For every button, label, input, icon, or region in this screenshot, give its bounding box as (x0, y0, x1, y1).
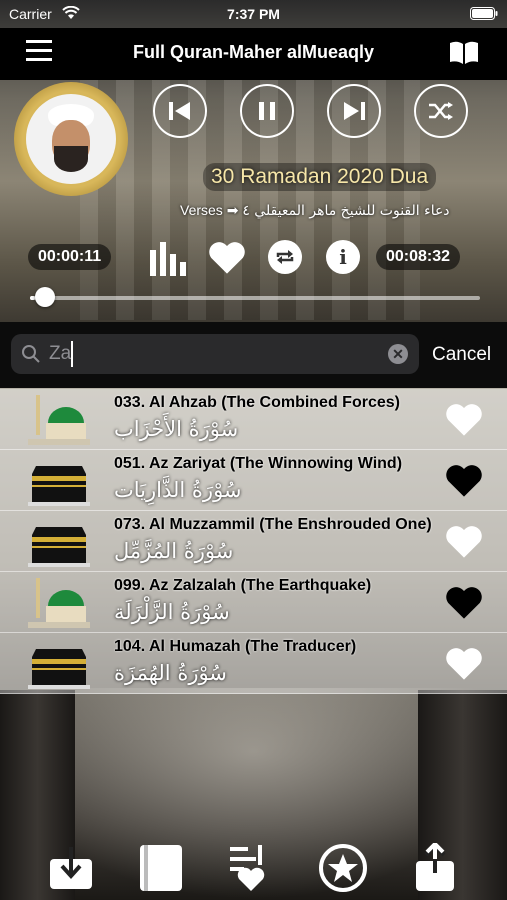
track-subtitle-arabic: دعاء القنوت للشيخ ماهر المعيقلي ٤ (242, 203, 450, 219)
previous-button[interactable] (153, 84, 207, 138)
kaaba-icon (28, 527, 90, 567)
open-book-icon[interactable] (448, 40, 480, 66)
search-bar: Za ✕ Cancel (0, 322, 507, 388)
tab-playlist[interactable] (226, 843, 276, 893)
favorite-heart-icon[interactable] (444, 582, 484, 622)
tab-quran[interactable] (136, 843, 186, 893)
repeat-icon (276, 250, 294, 264)
reciter-avatar (14, 82, 128, 196)
duration-time: 00:08:32 (376, 244, 461, 270)
playlist-heart-icon (230, 845, 265, 891)
list-item[interactable]: 033. Al Ahzab (The Combined Forces) سُوْر… (0, 389, 507, 450)
surah-arabic-name: سُوْرَةُ الأَحْزَاب (114, 417, 239, 441)
favorite-heart-icon[interactable] (444, 460, 484, 500)
tab-download[interactable] (46, 843, 96, 893)
surah-arabic-name: سُوْرَةُ الهُمَزَة (114, 661, 227, 685)
shuffle-button[interactable] (414, 84, 468, 138)
navigation-bar: Full Quran-Maher alMueaqly (0, 28, 507, 80)
surah-arabic-name: سُوْرَةُ المُزَّمِّل (114, 539, 234, 563)
track-title: 30 Ramadan 2020 Dua (203, 163, 437, 191)
progress-fill (30, 296, 35, 300)
surah-title: 099. Az Zalzalah (The Earthquake) (114, 577, 372, 594)
equalizer-icon[interactable] (148, 240, 188, 276)
list-item[interactable]: 104. Al Humazah (The Traducer) سُوْرَةُ ا… (0, 633, 507, 694)
favorite-heart-icon[interactable] (444, 521, 484, 561)
surah-arabic-name: سُوْرَةُ الذَّارِيَات (114, 478, 242, 502)
favorite-heart-icon[interactable] (444, 643, 484, 683)
battery-icon (470, 7, 498, 20)
quran-book-icon (140, 845, 182, 891)
search-input[interactable]: Za (49, 343, 71, 365)
pause-icon (259, 102, 275, 120)
green-dome-icon (28, 578, 90, 628)
progress-track[interactable] (30, 296, 480, 300)
elapsed-time: 00:00:11 (28, 244, 112, 270)
share-icon (416, 843, 454, 891)
cancel-button[interactable]: Cancel (432, 344, 491, 366)
clock: 7:37 PM (227, 6, 280, 22)
page-title: Full Quran-Maher alMueaqly (132, 42, 375, 62)
skip-forward-icon (344, 102, 365, 120)
surah-arabic-name: سُوْرَةُ الزَّلْزَلَة (114, 600, 230, 624)
pause-button[interactable] (240, 84, 294, 138)
download-icon (50, 847, 92, 889)
info-icon[interactable]: i (326, 240, 360, 274)
tab-share[interactable] (410, 843, 460, 893)
surah-title: 033. Al Ahzab (The Combined Forces) (114, 394, 400, 411)
list-item[interactable]: 051. Az Zariyat (The Winnowing Wind) سُوْ… (0, 450, 507, 511)
list-item[interactable]: 099. Az Zalzalah (The Earthquake) سُوْرَة… (0, 572, 507, 633)
list-item[interactable]: 073. Al Muzzammil (The Enshrouded One) سُ… (0, 511, 507, 572)
track-subtitle: Verses ➡ دعاء القنوت للشيخ ماهر المعيقلي… (180, 202, 492, 219)
skip-back-icon (169, 102, 190, 120)
shuffle-icon (429, 102, 453, 120)
status-bar: Carrier 7:37 PM (0, 0, 507, 28)
favorite-heart-icon[interactable] (207, 238, 247, 276)
next-button[interactable] (327, 84, 381, 138)
kaaba-icon (28, 649, 90, 689)
clear-search-icon[interactable]: ✕ (388, 344, 408, 364)
progress-thumb[interactable] (34, 287, 55, 307)
text-cursor (71, 341, 73, 367)
surah-title: 104. Al Humazah (The Traducer) (114, 638, 357, 655)
search-field[interactable]: Za ✕ (11, 334, 419, 374)
star-icon (319, 844, 367, 892)
search-icon (22, 345, 40, 363)
surah-title: 073. Al Muzzammil (The Enshrouded One) (114, 516, 432, 533)
tab-favorites[interactable] (318, 843, 368, 893)
verses-link: Verses ➡ (180, 202, 239, 218)
kaaba-icon (28, 466, 90, 506)
green-dome-icon (28, 395, 90, 445)
surah-title: 051. Az Zariyat (The Winnowing Wind) (114, 455, 403, 472)
repeat-button[interactable] (268, 240, 302, 274)
favorite-heart-icon[interactable] (444, 399, 484, 439)
